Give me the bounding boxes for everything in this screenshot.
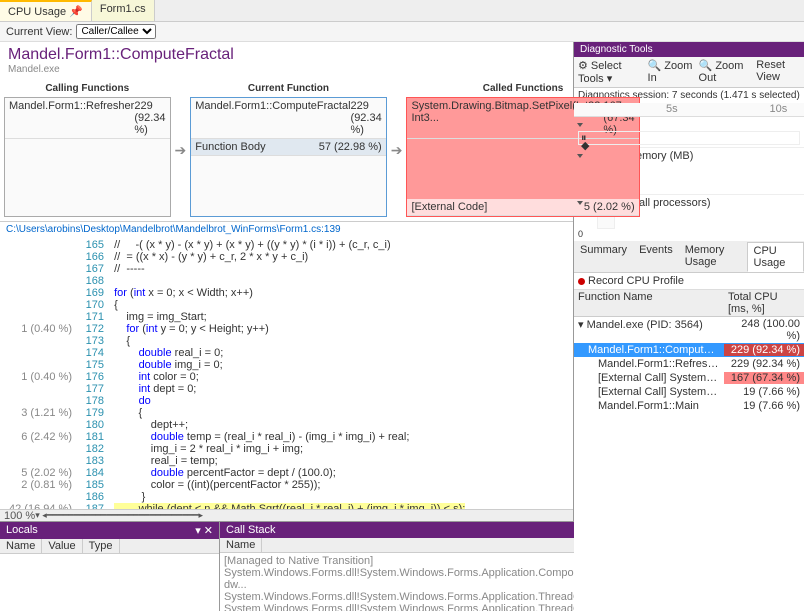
arrow-icon: ➔ <box>391 142 403 159</box>
locals-pane: Locals ▾ ✕ NameValueType <box>0 522 220 611</box>
select-tools[interactable]: ⚙ Select Tools ▾ <box>578 59 642 85</box>
record-icon <box>578 278 585 285</box>
zoom-bar[interactable]: 100 % ▾ ◂━━━━━━━━━━━━━━━━━━━━━━━━━━━━▸ <box>0 509 573 521</box>
diag-toolbar: ⚙ Select Tools ▾ 🔍 Zoom In 🔍 Zoom Out Re… <box>574 57 804 88</box>
callstack-title: Call Stack <box>226 524 276 536</box>
ext-code-row[interactable]: [External Code]5 (2.02 %) <box>407 199 638 216</box>
tab-form1[interactable]: Form1.cs <box>92 0 155 21</box>
fn-title: Mandel.Form1::ComputeFractal <box>0 42 573 64</box>
fn-row[interactable]: [External Call] System.Drawi...167 (67.3… <box>574 371 804 385</box>
dtab-summary[interactable]: Summary <box>574 242 633 272</box>
diag-tabs: Summary Events Memory Usage CPU Usage <box>574 242 804 273</box>
dtab-memory[interactable]: Memory Usage <box>679 242 747 272</box>
arrow-icon: ➔ <box>175 142 187 159</box>
reset-view[interactable]: Reset View <box>756 59 800 85</box>
dtab-events[interactable]: Events <box>633 242 679 272</box>
col-total-cpu[interactable]: Total CPU [ms, %] <box>724 290 804 316</box>
locals-col-value[interactable]: Value <box>42 539 82 553</box>
dtab-cpu[interactable]: CPU Usage <box>747 242 804 272</box>
record-cpu[interactable]: Record CPU Profile <box>574 273 804 290</box>
fn-row[interactable]: Mandel.Form1::Refresher229 (92.34 %) <box>574 357 804 371</box>
calling-fn-row[interactable]: Mandel.Form1::Refresher229 (92.34 %) <box>5 98 170 139</box>
caret-icon[interactable] <box>577 201 583 205</box>
col-fn-name[interactable]: Function Name <box>574 290 724 316</box>
zoom-in[interactable]: 🔍 Zoom In <box>648 59 693 85</box>
caret-icon[interactable] <box>577 154 583 158</box>
tab-cpu-usage[interactable]: CPU Usage 📌 <box>0 0 92 21</box>
current-fn-row[interactable]: Mandel.Form1::ComputeFractal229 (92.34 %… <box>191 98 385 139</box>
pane-menu-icon[interactable]: ▾ ✕ <box>195 524 213 537</box>
caller-callee: Calling Functions Mandel.Form1::Refreshe… <box>0 79 573 221</box>
fn-table[interactable]: ▾ Mandel.exe (PID: 3564)248 (100.00 %)Ma… <box>574 317 804 611</box>
diag-title: Diagnostic Tools <box>574 42 804 57</box>
locals-body[interactable] <box>0 554 219 611</box>
pin-icon[interactable]: 📌 <box>69 6 83 18</box>
zoom-out[interactable]: 🔍 Zoom Out <box>699 59 751 85</box>
fn-row[interactable]: Mandel.Form1::Main19 (7.66 %) <box>574 399 804 413</box>
fn-row[interactable]: [External Call] System.Windo...19 (7.66 … <box>574 385 804 399</box>
fn-row[interactable]: Mandel.Form1::ComputeFra...229 (92.34 %) <box>574 343 804 357</box>
locals-title: Locals <box>6 524 38 537</box>
doc-tabs: CPU Usage 📌 Form1.cs <box>0 0 804 22</box>
file-path[interactable]: C:\Users\arobins\Desktop\Mandelbrot\Mand… <box>0 221 573 237</box>
view-label: Current View: <box>6 26 72 38</box>
calling-hdr: Calling Functions <box>4 83 171 94</box>
caret-icon[interactable] <box>577 123 583 127</box>
code-view[interactable]: 165 // -( (x * y) - (x * y) + (x * y) + … <box>0 237 573 509</box>
time-ruler[interactable]: 5s10s <box>574 103 804 117</box>
fn-sub: Mandel.exe <box>0 64 573 79</box>
callstack-col-name[interactable]: Name <box>220 538 262 552</box>
locals-col-name[interactable]: Name <box>0 539 42 553</box>
view-row: Current View: Caller/Callee <box>0 22 804 42</box>
fn-table-hdr: Function NameTotal CPU [ms, %] <box>574 290 804 317</box>
current-hdr: Current Function <box>190 83 386 94</box>
fn-body-row[interactable]: Function Body57 (22.98 %) <box>191 139 385 156</box>
locals-col-type[interactable]: Type <box>83 539 120 553</box>
view-select[interactable]: Caller/Callee <box>76 24 156 39</box>
fn-row[interactable]: ▾ Mandel.exe (PID: 3564)248 (100.00 %) <box>574 317 804 343</box>
